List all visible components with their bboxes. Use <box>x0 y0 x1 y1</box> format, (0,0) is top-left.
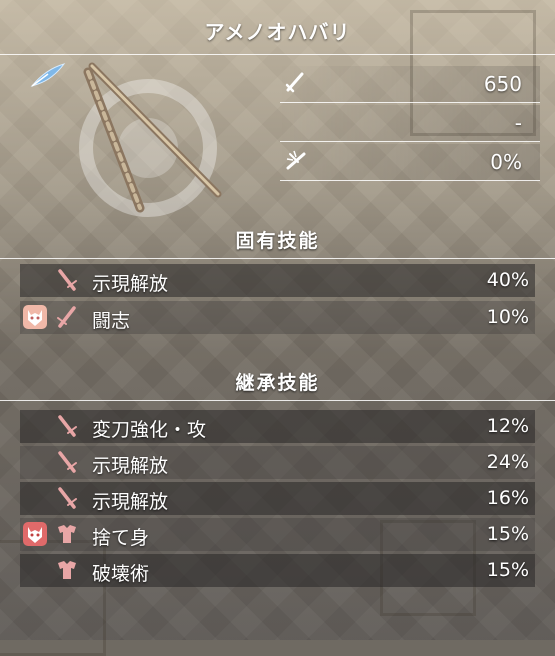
katana-icon <box>58 487 77 509</box>
katana-icon <box>57 306 76 328</box>
stat-value: 650 <box>483 72 522 96</box>
skill-name: 変刀強化・攻 <box>92 419 207 441</box>
section-divider <box>0 258 555 259</box>
skill-row[interactable]: 変刀強化・攻 12% <box>20 410 535 443</box>
katana-icon <box>58 451 77 473</box>
skill-percent: 12% <box>486 415 529 437</box>
skill-percent: 24% <box>486 451 529 473</box>
skill-percent: 15% <box>486 523 529 545</box>
title-divider <box>0 54 555 55</box>
stat-row-critical: 0% <box>280 144 540 181</box>
skill-name: 捨て身 <box>92 527 150 549</box>
oni-mask-icon <box>23 305 47 329</box>
weapon-image <box>79 62 222 217</box>
skill-percent: 15% <box>486 559 529 581</box>
skill-row[interactable]: 示現解放 16% <box>20 482 535 515</box>
oni-mask-icon <box>23 522 47 546</box>
armor-icon <box>58 525 76 543</box>
stat-row-empty: - <box>280 105 540 142</box>
skill-name: 示現解放 <box>92 455 169 477</box>
skill-row[interactable]: 示現解放 24% <box>20 446 535 479</box>
inherited-skills-header: 継承技能 <box>235 372 320 394</box>
skill-percent: 10% <box>486 306 529 328</box>
skill-percent: 40% <box>486 269 529 291</box>
skill-name: 闘志 <box>92 310 131 332</box>
skill-row[interactable]: 破壊術 15% <box>20 554 535 587</box>
katana-icon <box>58 269 77 291</box>
armor-icon <box>58 561 76 579</box>
skill-name: 破壊術 <box>92 563 150 585</box>
critical-icon <box>286 150 306 170</box>
skill-percent: 16% <box>486 487 529 509</box>
weapon-name: アメノオハバリ <box>204 20 351 44</box>
section-divider <box>0 400 555 401</box>
innate-skills-header: 固有技能 <box>235 230 320 252</box>
skill-row[interactable]: 示現解放 40% <box>20 264 535 297</box>
skill-row[interactable]: 闘志 10% <box>20 301 535 334</box>
skill-name: 示現解放 <box>92 273 169 295</box>
skill-name: 示現解放 <box>92 491 169 513</box>
stat-row-attack: 650 <box>280 66 540 103</box>
katana-icon <box>58 415 77 437</box>
stat-value: 0% <box>490 150 522 174</box>
stat-value: - <box>514 111 522 135</box>
attack-sword-icon <box>285 72 304 93</box>
feather-icon <box>30 63 66 88</box>
skill-row[interactable]: 捨て身 15% <box>20 518 535 551</box>
